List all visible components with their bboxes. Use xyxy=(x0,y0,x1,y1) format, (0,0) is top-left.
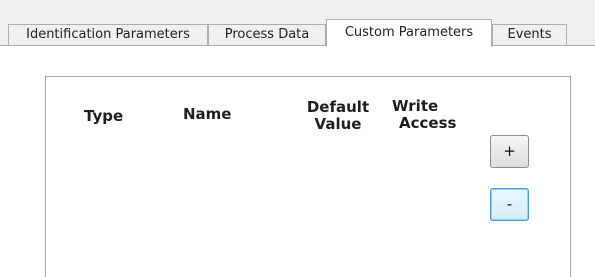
column-header-write-access-line2: Access xyxy=(399,114,457,132)
column-header-type: Type xyxy=(84,107,124,125)
column-header-default-value: Default Value xyxy=(306,99,370,133)
tab-strip: Identification Parameters Process Data C… xyxy=(0,0,595,47)
column-header-write-access: Write Access xyxy=(392,98,456,132)
column-header-default-value-line2: Value xyxy=(314,115,362,133)
tab-identification-parameters[interactable]: Identification Parameters xyxy=(8,24,208,46)
column-header-default-value-line1: Default xyxy=(306,98,370,116)
tab-custom-parameters[interactable]: Custom Parameters xyxy=(326,19,492,47)
add-parameter-button[interactable]: + xyxy=(490,135,529,168)
tab-events[interactable]: Events xyxy=(492,24,567,46)
remove-parameter-button[interactable]: - xyxy=(490,188,529,221)
column-header-name: Name xyxy=(183,105,232,123)
tab-process-data[interactable]: Process Data xyxy=(208,24,326,46)
column-header-write-access-line1: Write xyxy=(392,97,439,115)
